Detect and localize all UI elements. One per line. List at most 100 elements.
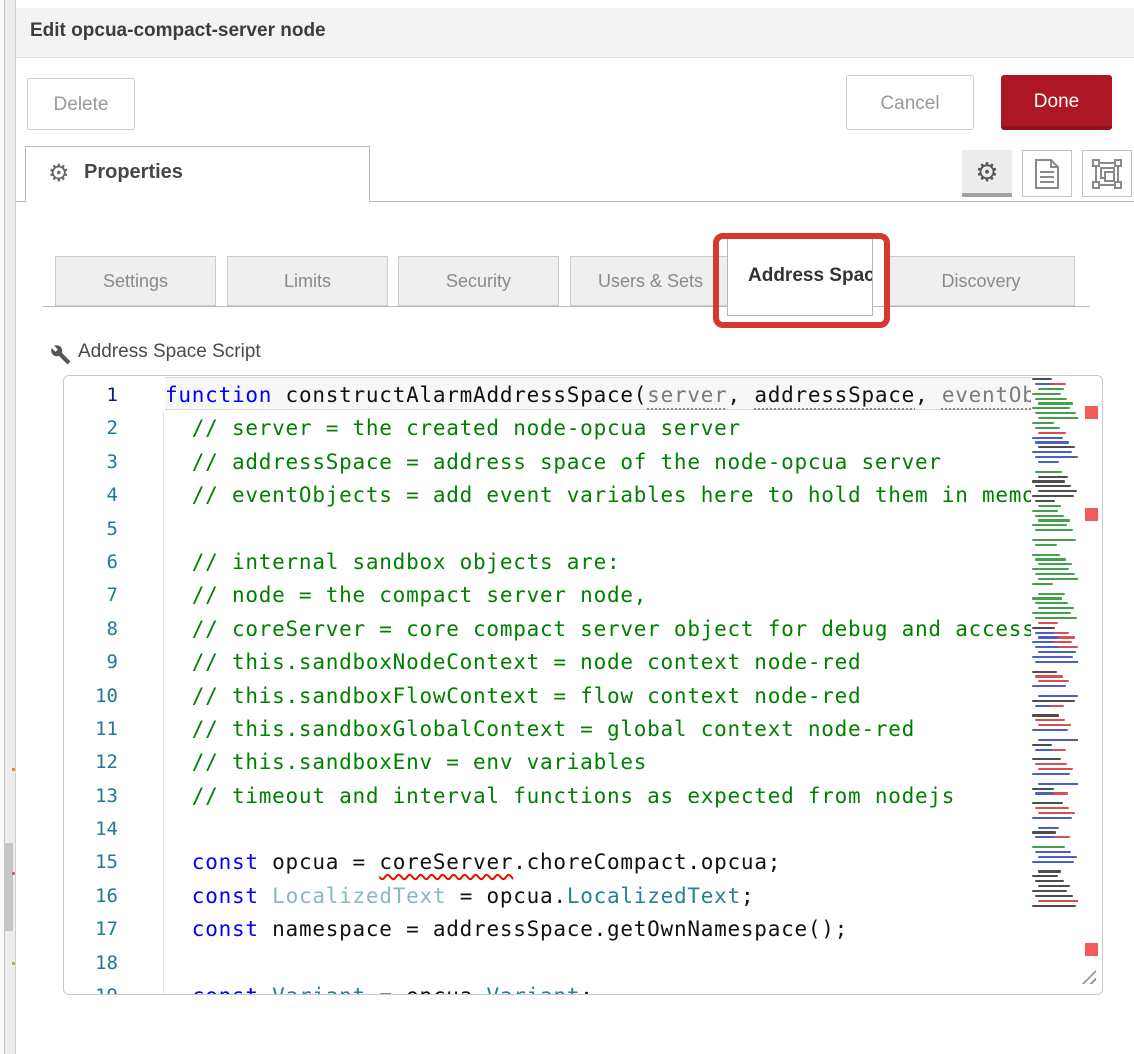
- tab-properties[interactable]: ⚙ Properties: [25, 146, 370, 202]
- minimap-row: [1035, 749, 1066, 751]
- code-lines[interactable]: function constructAlarmAddressSpace(serv…: [165, 379, 1031, 995]
- code-line[interactable]: const Variant = opcua.Variant;: [165, 980, 1031, 995]
- minimap-row: [1035, 602, 1068, 604]
- minimap-row: [1035, 675, 1063, 677]
- minimap-row: [1038, 593, 1065, 595]
- code-editor[interactable]: 12345678910111213141516171819 function c…: [63, 375, 1103, 995]
- minimap-row: [1035, 412, 1076, 414]
- minimap-row: [1035, 383, 1066, 385]
- minimap-row: [1038, 505, 1061, 507]
- tab-settings[interactable]: Settings: [55, 256, 216, 306]
- minimap-row: [1032, 714, 1059, 716]
- done-button[interactable]: Done: [1001, 75, 1112, 130]
- minimap-row: [1038, 417, 1078, 419]
- minimap-row: [1032, 510, 1058, 512]
- tab-address-space[interactable]: Address Space: [727, 236, 873, 316]
- code-line[interactable]: function constructAlarmAddressSpace(serv…: [165, 379, 1031, 412]
- line-number: 11: [64, 713, 118, 746]
- tab-users-sets[interactable]: Users & Sets: [570, 256, 731, 306]
- line-number: 10: [64, 680, 118, 713]
- minimap-row: [1038, 563, 1072, 565]
- minimap-row: [1032, 700, 1075, 702]
- code-line[interactable]: // node = the compact server node,: [165, 579, 1031, 612]
- line-number: 17: [64, 913, 118, 946]
- minimap-row: [1035, 558, 1066, 560]
- overview-ruler[interactable]: [1078, 376, 1102, 994]
- code-line[interactable]: // addressSpace = address space of the n…: [165, 446, 1031, 479]
- minimap-row: [1035, 763, 1067, 765]
- document-icon: [1034, 159, 1060, 189]
- minimap-row: [1032, 671, 1057, 673]
- minimap-row: [1032, 554, 1060, 556]
- minimap-row: [1035, 705, 1064, 707]
- properties-icon-button[interactable]: ⚙: [962, 150, 1012, 197]
- minimap-row: [1032, 451, 1072, 453]
- minimap-row: [1038, 402, 1073, 404]
- code-line[interactable]: // coreServer = core compact server obje…: [165, 613, 1031, 646]
- minimap-row: [1035, 646, 1078, 648]
- code-line[interactable]: const namespace = addressSpace.getOwnNam…: [165, 913, 1031, 946]
- line-number: 18: [64, 947, 118, 980]
- minimap-row: [1032, 861, 1074, 863]
- minimap-row: [1035, 719, 1065, 721]
- minimap-row: [1038, 827, 1059, 829]
- minimap-row: [1038, 432, 1066, 434]
- code-line[interactable]: const LocalizedText = opcua.LocalizedTex…: [165, 880, 1031, 913]
- minimap-row: [1032, 495, 1074, 497]
- minimap-row: [1038, 856, 1077, 858]
- appearance-icon-button[interactable]: [1082, 150, 1132, 197]
- code-line[interactable]: const opcua = coreServer.choreCompact.op…: [165, 846, 1031, 879]
- minimap-row: [1032, 597, 1062, 599]
- tab-security[interactable]: Security: [398, 256, 559, 306]
- line-number: 6: [64, 546, 118, 579]
- code-line[interactable]: [165, 513, 1031, 546]
- minimap[interactable]: [1032, 378, 1078, 918]
- description-icon-button[interactable]: [1022, 150, 1072, 197]
- error-marker[interactable]: [1085, 406, 1098, 419]
- code-line[interactable]: // internal sandbox objects are:: [165, 546, 1031, 579]
- line-number: 3: [64, 446, 118, 479]
- minimap-row: [1038, 768, 1073, 770]
- code-line[interactable]: [165, 813, 1031, 846]
- code-line[interactable]: // this.sandboxGlobalContext = global co…: [165, 713, 1031, 746]
- cancel-button[interactable]: Cancel: [846, 75, 974, 130]
- node-tabs-baseline: [43, 306, 1090, 307]
- code-line[interactable]: // this.sandboxEnv = env variables: [165, 746, 1031, 779]
- error-marker[interactable]: [1085, 943, 1098, 956]
- line-number: 7: [64, 579, 118, 612]
- gear-icon: ⚙: [48, 160, 70, 188]
- minimap-row: [1038, 739, 1078, 741]
- line-number: 12: [64, 746, 118, 779]
- minimap-row: [1035, 661, 1078, 663]
- appearance-icon: [1092, 159, 1122, 189]
- code-line[interactable]: // eventObjects = add event variables he…: [165, 479, 1031, 512]
- code-line[interactable]: // timeout and interval functions as exp…: [165, 780, 1031, 813]
- minimap-row: [1032, 802, 1063, 804]
- delete-button[interactable]: Delete: [27, 78, 135, 130]
- minimap-row: [1032, 729, 1068, 731]
- line-number: 4: [64, 479, 118, 512]
- minimap-row: [1038, 636, 1075, 638]
- minimap-row: [1032, 612, 1071, 614]
- tab-discovery[interactable]: Discovery: [887, 256, 1075, 306]
- minimap-row: [1038, 783, 1078, 785]
- minimap-row: [1032, 773, 1070, 775]
- line-number: 16: [64, 880, 118, 913]
- minimap-row: [1032, 422, 1054, 424]
- code-line[interactable]: // server = the created node-opcua serve…: [165, 412, 1031, 445]
- code-line[interactable]: // this.sandboxNodeContext = node contex…: [165, 646, 1031, 679]
- line-number: 19: [64, 980, 118, 995]
- minimap-row: [1032, 744, 1052, 746]
- background-scrollbar-thumb[interactable]: [5, 843, 13, 931]
- dialog-title: Edit opcua-compact-server node: [30, 20, 326, 42]
- minimap-row: [1032, 524, 1067, 526]
- code-line[interactable]: [165, 947, 1031, 980]
- error-marker[interactable]: [1085, 508, 1098, 521]
- minimap-row: [1035, 427, 1060, 429]
- code-line[interactable]: // this.sandboxFlowContext = flow contex…: [165, 680, 1031, 713]
- line-number: 15: [64, 846, 118, 879]
- tab-limits[interactable]: Limits: [227, 256, 388, 306]
- minimap-row: [1032, 539, 1076, 541]
- wrench-icon: [50, 344, 71, 365]
- minimap-row: [1035, 544, 1057, 546]
